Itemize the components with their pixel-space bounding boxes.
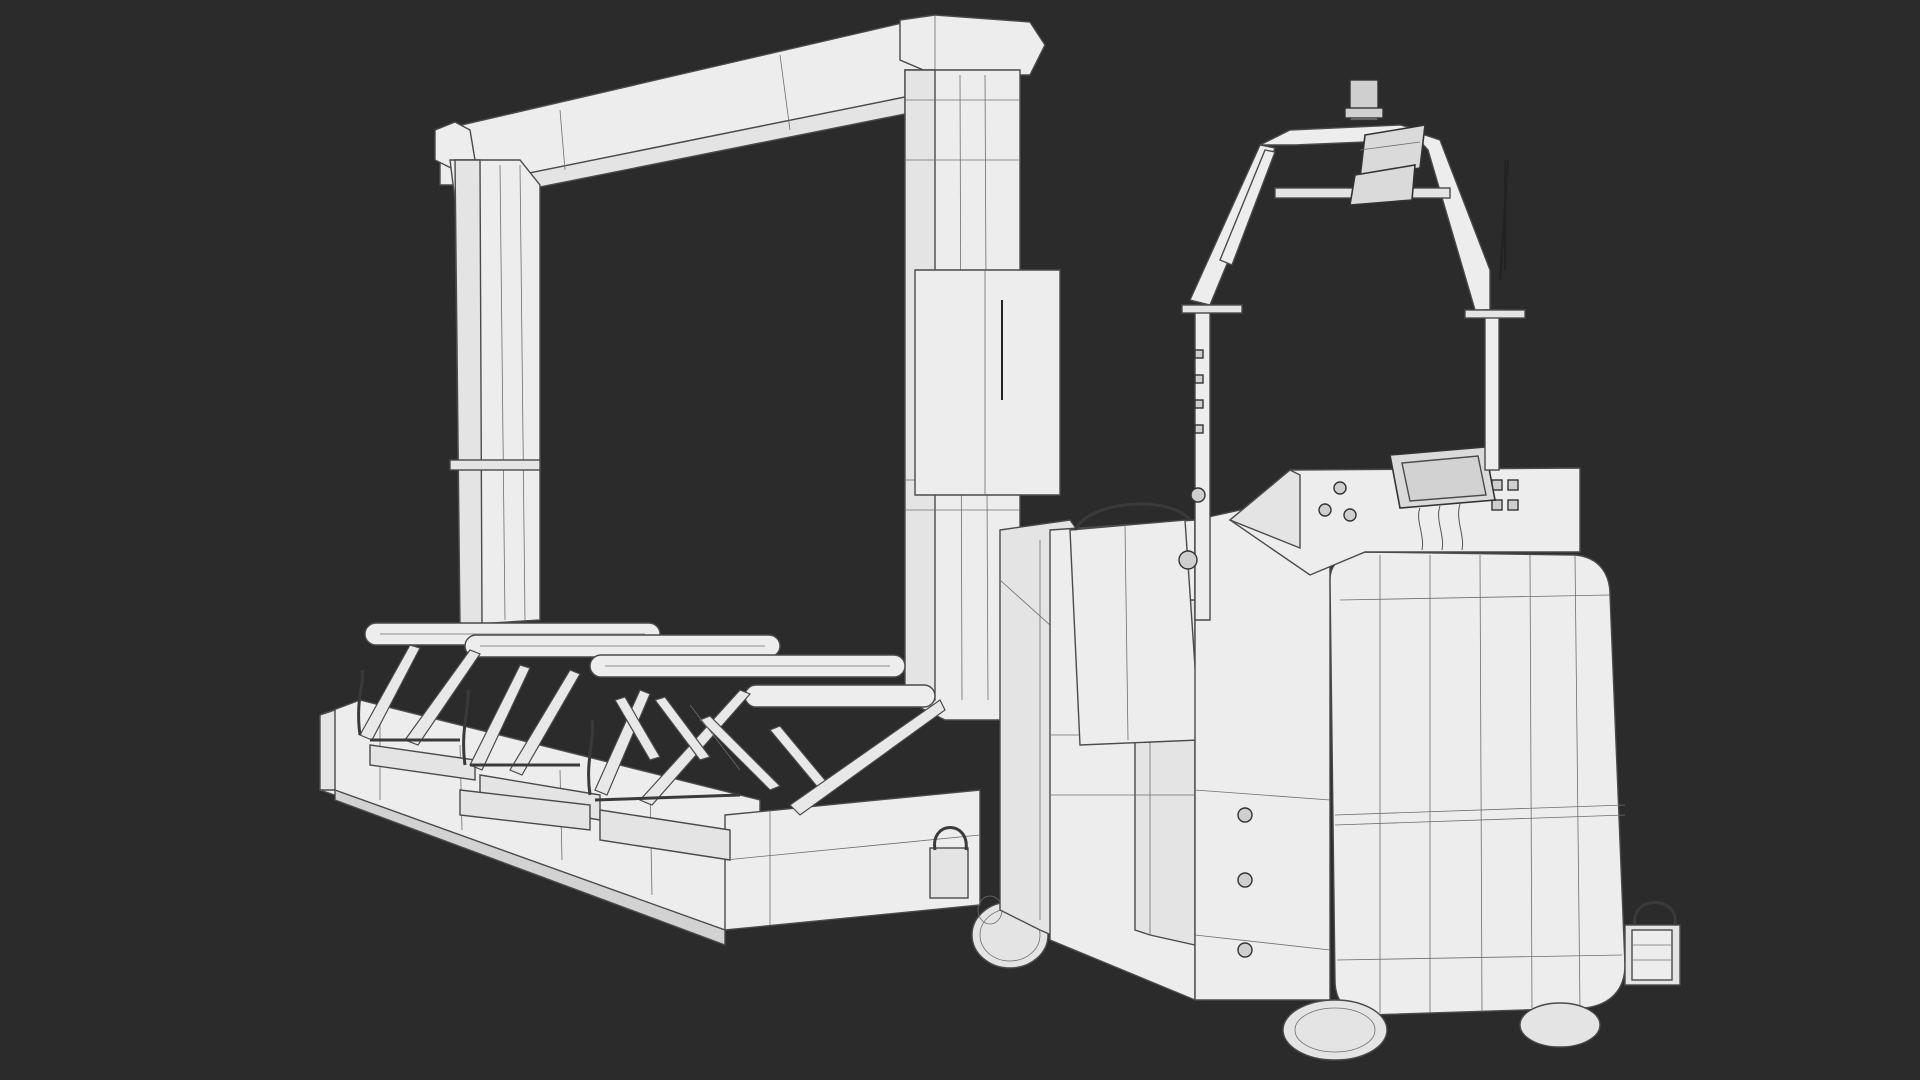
gantry-frame bbox=[434, 14, 1061, 721]
cab-body bbox=[999, 446, 1626, 1016]
vehicle-wireframe-model bbox=[319, 14, 1681, 1061]
viewport bbox=[0, 0, 1920, 1080]
